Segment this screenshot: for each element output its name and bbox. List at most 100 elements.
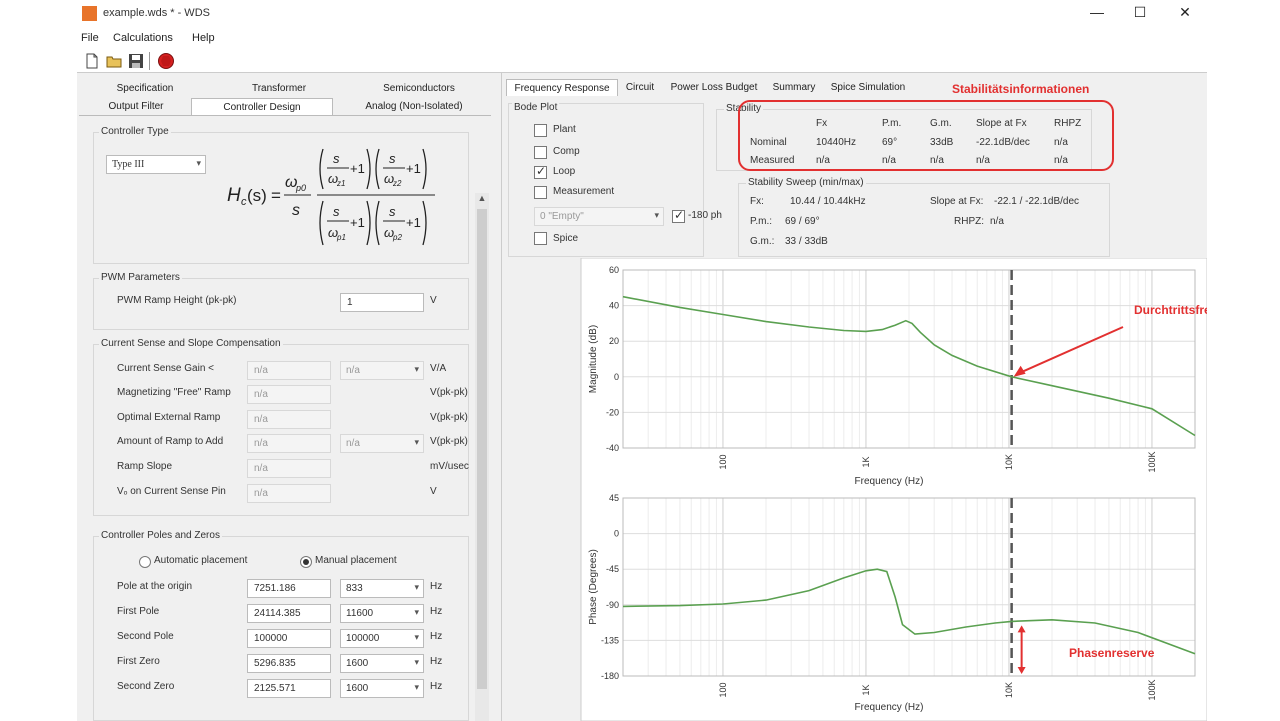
spice-checkbox[interactable] bbox=[534, 232, 547, 245]
pz-row-input[interactable]: 7251.186 bbox=[247, 579, 331, 598]
pz-row-select[interactable]: 100000 ▾ bbox=[340, 629, 424, 648]
tab-analog-non-isolated[interactable]: Analog (Non-Isolated) bbox=[339, 98, 489, 115]
formula-z1-plus: +1 bbox=[350, 161, 365, 176]
left-scrollbar[interactable]: ▲ bbox=[475, 193, 489, 721]
x-tick-label: 1K bbox=[861, 456, 871, 467]
left-tab-row-1: Specification Transformer Semiconductors bbox=[77, 80, 495, 97]
scroll-thumb[interactable] bbox=[477, 209, 487, 689]
comp-checkbox[interactable] bbox=[534, 146, 547, 159]
pwm-parameters-title: PWM Parameters bbox=[99, 272, 182, 283]
y-tick-label: 0 bbox=[614, 529, 619, 539]
x-tick-label: 10K bbox=[1004, 454, 1014, 470]
cs-row-input[interactable]: n/a bbox=[247, 434, 331, 453]
cs-row-input[interactable]: n/a bbox=[247, 361, 331, 380]
phase-margin-annotation: Phasenreserve bbox=[1069, 646, 1155, 660]
stability-row-name: Measured bbox=[750, 155, 795, 166]
cs-row-input[interactable]: n/a bbox=[247, 385, 331, 404]
pz-row-select-value: 1600 bbox=[346, 683, 369, 694]
cs-row-label: Current Sense Gain < bbox=[117, 363, 214, 374]
tab-spice-simulation[interactable]: Spice Simulation bbox=[824, 79, 912, 96]
minimize-button[interactable]: — bbox=[1082, 4, 1112, 24]
tab-specification[interactable]: Specification bbox=[81, 80, 209, 97]
menu-help[interactable]: Help bbox=[192, 32, 215, 44]
manual-placement-radio[interactable] bbox=[300, 556, 312, 568]
stability-row-name: Nominal bbox=[750, 137, 787, 148]
cs-row-select[interactable]: n/a ▾ bbox=[340, 361, 424, 380]
tab-circuit[interactable]: Circuit bbox=[620, 79, 660, 96]
cs-row-select[interactable]: n/a ▾ bbox=[340, 434, 424, 453]
tab-semiconductors[interactable]: Semiconductors bbox=[349, 80, 489, 97]
pz-row-label: Second Pole bbox=[117, 631, 174, 642]
tab-output-filter[interactable]: Output Filter bbox=[81, 98, 191, 115]
stability-cell: -22.1dB/dec bbox=[976, 137, 1030, 148]
cs-row-select-value: n/a bbox=[346, 365, 360, 376]
cs-row-select-value: n/a bbox=[346, 438, 360, 449]
pz-row-label: First Zero bbox=[117, 656, 160, 667]
pz-row-select[interactable]: 833 ▾ bbox=[340, 579, 424, 598]
chevron-down-icon: ▾ bbox=[414, 657, 419, 667]
close-button[interactable]: ✕ bbox=[1170, 4, 1200, 24]
chevron-down-icon: ▾ bbox=[414, 632, 419, 642]
measurement-checkbox[interactable] bbox=[534, 186, 547, 199]
sweep-pm-label: P.m.: bbox=[750, 216, 773, 227]
tab-frequency-response[interactable]: Frequency Response bbox=[506, 79, 618, 96]
formula-z2-plus: +1 bbox=[406, 161, 421, 176]
pz-row-select[interactable]: 1600 ▾ bbox=[340, 654, 424, 673]
cs-row-label: Ramp Slope bbox=[117, 461, 173, 472]
measurement-select[interactable]: 0 "Empty" ▾ bbox=[534, 207, 664, 226]
save-icon[interactable] bbox=[127, 52, 145, 70]
pz-row-input[interactable]: 24114.385 bbox=[247, 604, 331, 623]
pz-row-select[interactable]: 1600 ▾ bbox=[340, 679, 424, 698]
y-tick-label: -40 bbox=[606, 443, 619, 453]
plant-checkbox[interactable] bbox=[534, 124, 547, 137]
pz-row-select-value: 833 bbox=[346, 583, 363, 594]
pz-row-label: Pole at the origin bbox=[117, 581, 193, 592]
loop-label: Loop bbox=[553, 166, 576, 177]
cs-row-input[interactable]: n/a bbox=[247, 410, 331, 429]
sweep-fx-value: 10.44 / 10.44kHz bbox=[790, 196, 866, 207]
pz-row-input[interactable]: 100000 bbox=[247, 629, 331, 648]
stop-icon[interactable] bbox=[157, 52, 175, 70]
current-sense-title: Current Sense and Slope Compensation bbox=[99, 338, 283, 349]
crossover-annotation: Durchtrittsfrequenz bbox=[1134, 303, 1207, 317]
menu-calculations[interactable]: Calculations bbox=[113, 32, 173, 44]
stability-cell: n/a bbox=[930, 155, 944, 166]
stability-cell: 69° bbox=[882, 137, 898, 148]
cs-row-input[interactable]: n/a bbox=[247, 459, 331, 478]
cs-row-input[interactable]: n/a bbox=[247, 484, 331, 503]
chevron-down-icon: ▾ bbox=[414, 682, 419, 692]
stability-cell: 33dB bbox=[930, 137, 954, 148]
maximize-button[interactable]: ☐ bbox=[1125, 4, 1155, 24]
y-tick-label: 45 bbox=[609, 493, 619, 503]
spice-label: Spice bbox=[553, 233, 579, 244]
app-logo-icon bbox=[82, 6, 97, 21]
tab-summary[interactable]: Summary bbox=[766, 79, 822, 96]
formula-eq: = bbox=[271, 186, 281, 205]
x-axis-label: Frequency (Hz) bbox=[855, 476, 924, 487]
scroll-up-icon[interactable]: ▲ bbox=[475, 193, 489, 207]
controller-type-select[interactable]: Type III ▾ bbox=[106, 155, 206, 174]
bode-plots: 60 40 20 0 -20 -40 100 1K 10K 100K Frequency (Hz) M… bbox=[580, 258, 1207, 721]
new-file-icon[interactable] bbox=[83, 52, 101, 70]
pz-row-select[interactable]: 11600 ▾ bbox=[340, 604, 424, 623]
loop-checkbox[interactable] bbox=[534, 164, 547, 179]
open-folder-icon[interactable] bbox=[105, 52, 123, 70]
menu-file[interactable]: File bbox=[81, 32, 99, 44]
pz-row-input[interactable]: 2125.571 bbox=[247, 679, 331, 698]
y-tick-label: 40 bbox=[609, 301, 619, 311]
pwm-ramp-height-label: PWM Ramp Height (pk-pk) bbox=[117, 295, 237, 306]
tab-transformer[interactable]: Transformer bbox=[215, 80, 343, 97]
pz-row-input[interactable]: 5296.835 bbox=[247, 654, 331, 673]
tab-controller-design[interactable]: Controller Design bbox=[191, 98, 333, 115]
cs-row-label: Amount of Ramp to Add bbox=[117, 436, 224, 447]
poles-zeros-title: Controller Poles and Zeros bbox=[99, 530, 222, 541]
minus-180-checkbox[interactable] bbox=[672, 208, 685, 223]
stability-cell: n/a bbox=[816, 155, 830, 166]
formula-den-s: s bbox=[292, 202, 300, 219]
automatic-placement-radio[interactable] bbox=[139, 556, 151, 568]
tab-power-loss-budget[interactable]: Power Loss Budget bbox=[664, 79, 764, 96]
pwm-ramp-height-input[interactable]: 1 bbox=[340, 293, 424, 312]
pz-row-select-value: 1600 bbox=[346, 658, 369, 669]
toolbar bbox=[77, 49, 1207, 73]
sweep-fx-label: Fx: bbox=[750, 196, 764, 207]
